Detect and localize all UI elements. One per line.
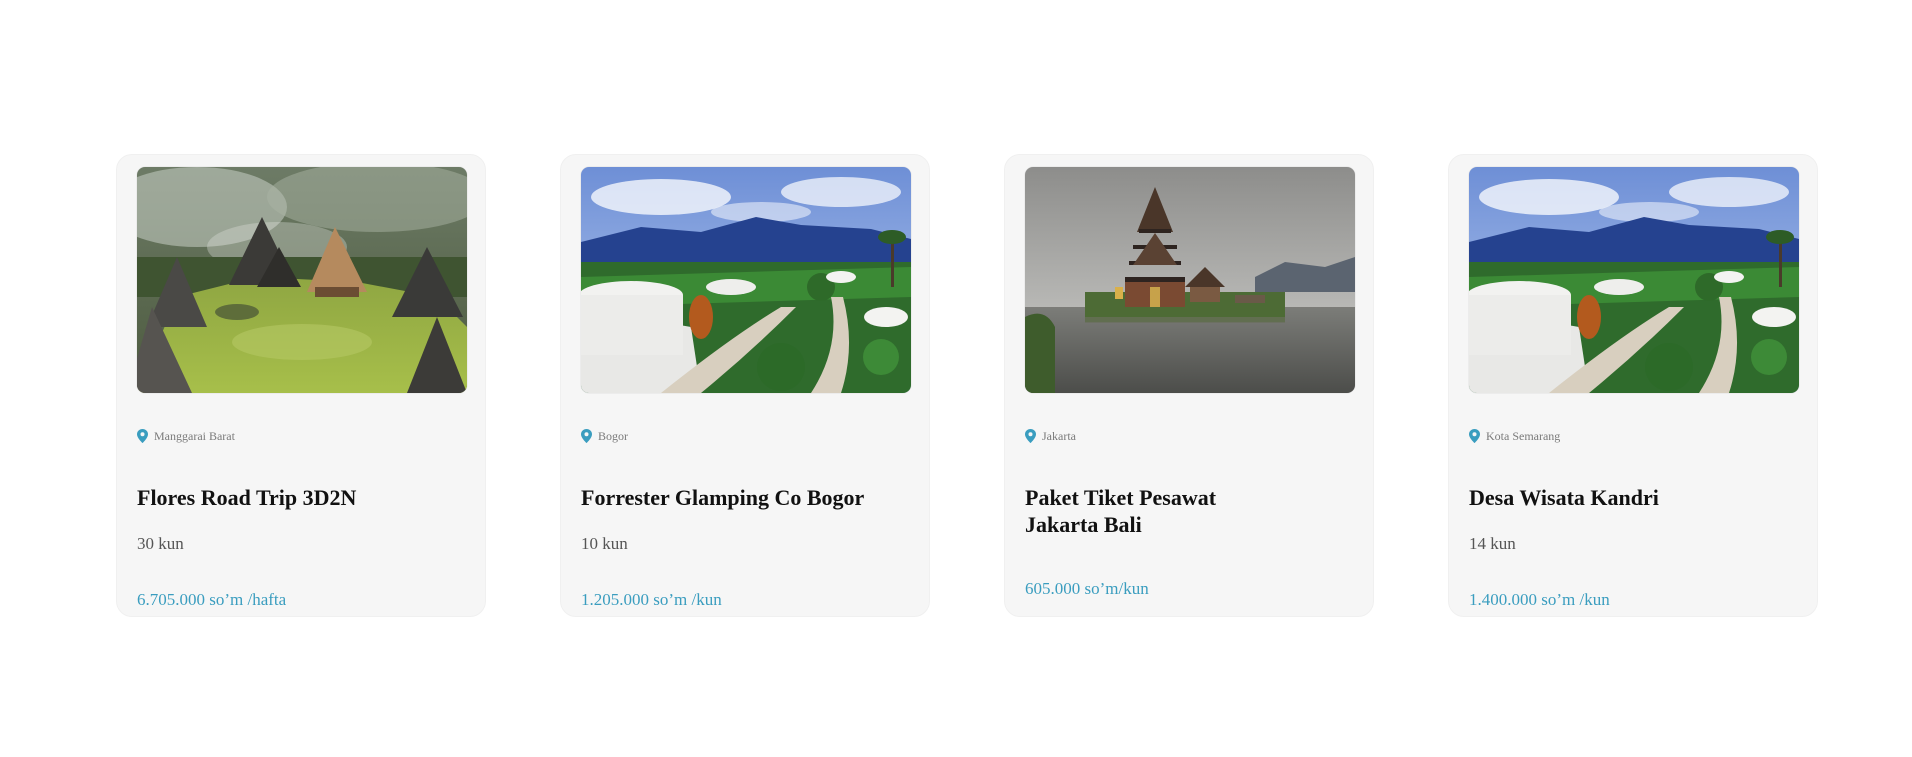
- tour-card[interactable]: Jakarta Paket Tiket Pesawat Jakarta Bali…: [1004, 154, 1374, 617]
- tour-price: 605.000 so’m/kun: [1025, 579, 1149, 598]
- tour-card[interactable]: Manggarai Barat Flores Road Trip 3D2N 30…: [116, 154, 486, 617]
- tour-photo[interactable]: [137, 167, 467, 393]
- tour-duration: 14 kun: [1469, 534, 1516, 553]
- location-text: Bogor: [598, 429, 628, 443]
- tour-price: 6.705.000 so’m /hafta: [137, 590, 287, 609]
- temple-photo-icon: [1025, 167, 1355, 393]
- tour-title[interactable]: Forrester Glamping Co Bogor: [581, 484, 901, 511]
- tour-title[interactable]: Paket Tiket Pesawat Jakarta Bali: [1025, 484, 1345, 538]
- village-photo-icon: [137, 167, 467, 393]
- tour-title[interactable]: Flores Road Trip 3D2N: [137, 484, 457, 511]
- tour-title-line: Paket Tiket Pesawat: [1025, 485, 1217, 510]
- tour-title[interactable]: Desa Wisata Kandri: [1469, 484, 1789, 511]
- tour-photo[interactable]: [581, 167, 911, 393]
- glamping-photo-icon: [581, 167, 911, 393]
- tour-card[interactable]: Kota Semarang Desa Wisata Kandri 14 kun …: [1448, 154, 1818, 617]
- location-text: Manggarai Barat: [154, 429, 235, 443]
- tour-card[interactable]: Bogor Forrester Glamping Co Bogor 10 kun…: [560, 154, 930, 617]
- location: Bogor: [581, 428, 628, 444]
- tour-photo[interactable]: [1469, 167, 1799, 393]
- location: Kota Semarang: [1469, 428, 1560, 444]
- location-pin-icon: [1469, 429, 1480, 443]
- location-text: Jakarta: [1042, 429, 1076, 443]
- tour-duration: 30 kun: [137, 534, 184, 553]
- tour-duration: 10 kun: [581, 534, 628, 553]
- tour-card-list: Manggarai Barat Flores Road Trip 3D2N 30…: [0, 0, 1912, 757]
- location-text: Kota Semarang: [1486, 429, 1561, 443]
- tour-photo[interactable]: [1025, 167, 1355, 393]
- glamping-photo-icon: [1469, 167, 1799, 393]
- location: Jakarta: [1025, 428, 1076, 444]
- location-pin-icon: [581, 429, 592, 443]
- location-pin-icon: [1025, 429, 1036, 443]
- location-pin-icon: [137, 429, 148, 443]
- tour-title-line: Jakarta Bali: [1025, 512, 1142, 537]
- tour-price: 1.205.000 so’m /kun: [581, 590, 722, 609]
- tour-price: 1.400.000 so’m /kun: [1469, 590, 1610, 609]
- location: Manggarai Barat: [137, 428, 235, 444]
